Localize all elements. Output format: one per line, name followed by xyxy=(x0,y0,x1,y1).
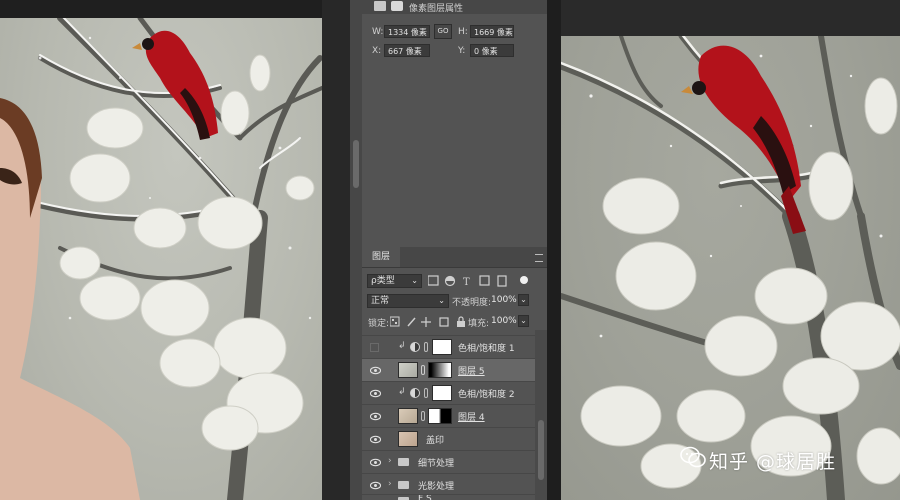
opacity-dropdown-icon[interactable]: ⌄ xyxy=(518,294,529,306)
blend-mode-select[interactable]: 正常 ⌄ xyxy=(367,294,449,308)
height-field[interactable]: 1669 像素 xyxy=(470,25,514,38)
folder-icon xyxy=(398,481,409,489)
layer-row[interactable]: 盖印 xyxy=(362,427,535,450)
filter-type-icon: T xyxy=(463,277,470,287)
layers-tab-bar: 图层 xyxy=(362,247,547,268)
layer-name[interactable]: 色相/饱和度 2 xyxy=(458,387,515,400)
width-field[interactable]: 1334 像素 xyxy=(384,25,430,38)
folder-icon xyxy=(398,458,409,466)
height-label: H: xyxy=(458,27,468,37)
canvas-left[interactable] xyxy=(0,0,322,500)
link-dimensions-button[interactable]: GO xyxy=(434,24,452,39)
lock-all-icon xyxy=(457,321,465,327)
layer-filter-icons[interactable]: T xyxy=(428,275,538,287)
painting-left xyxy=(0,18,322,500)
lock-artboard-icon xyxy=(439,317,449,327)
layer-thumbnail[interactable] xyxy=(398,408,418,424)
adjustment-icon xyxy=(410,342,420,352)
properties-title: 像素图层属性 xyxy=(409,4,464,14)
link-icon[interactable] xyxy=(424,388,428,398)
layer-group-row[interactable]: › 细节处理 xyxy=(362,450,535,473)
x-label: X: xyxy=(372,46,382,56)
canvas-gutter xyxy=(322,0,350,500)
panel-scrollbar[interactable] xyxy=(350,0,362,500)
layer-group-row[interactable]: F S xyxy=(362,494,535,500)
wechat-logo-icon xyxy=(680,446,706,468)
link-icon[interactable] xyxy=(421,411,425,421)
mask-thumbnail[interactable] xyxy=(428,408,452,424)
layer-name[interactable]: 图层 4 xyxy=(458,410,485,423)
layer-filter-value: ρ类型 xyxy=(371,276,395,286)
image-icon xyxy=(374,1,386,11)
eye-icon[interactable] xyxy=(370,480,381,491)
layer-group-row[interactable]: › 光影处理 xyxy=(362,473,535,496)
mask-icon[interactable] xyxy=(391,1,403,11)
document-tab-bar xyxy=(0,0,322,18)
tab-layers[interactable]: 图层 xyxy=(362,247,400,267)
link-icon[interactable] xyxy=(421,365,425,375)
chevron-right-icon[interactable]: › xyxy=(388,456,392,466)
adjustment-icon xyxy=(410,388,420,398)
y-label: Y: xyxy=(458,46,466,56)
layer-thumbnail[interactable] xyxy=(398,431,418,447)
x-field[interactable]: 667 像素 xyxy=(384,44,430,57)
layer-filter-select[interactable]: ρ类型 ⌄ xyxy=(367,274,422,288)
lock-transparent-icon xyxy=(390,316,400,327)
layer-name[interactable]: 图层 5 xyxy=(458,364,485,377)
fill-label: 填充: xyxy=(468,319,490,329)
watermark-text: 知乎 @球居胜 xyxy=(709,451,837,473)
eye-icon[interactable] xyxy=(370,411,381,422)
layer-row[interactable]: ↲ 色相/饱和度 1 xyxy=(362,335,535,358)
layers-scrollbar-thumb[interactable] xyxy=(538,420,544,480)
painting-right xyxy=(561,36,900,500)
layer-name[interactable]: 盖印 xyxy=(426,433,444,446)
layer-name[interactable]: 色相/饱和度 1 xyxy=(458,341,515,354)
layer-name[interactable]: F S xyxy=(418,495,432,500)
chevron-down-icon: ⌄ xyxy=(438,296,445,305)
layer-row[interactable]: 图层 4 xyxy=(362,404,535,427)
lock-position-icon xyxy=(421,317,431,327)
filter-toggle-icon xyxy=(520,276,528,284)
filter-smart-object-icon xyxy=(497,275,507,287)
visibility-off-icon[interactable] xyxy=(370,343,379,352)
document-tab-bar xyxy=(561,0,900,36)
cardinal-left xyxy=(132,30,218,140)
width-label: W: xyxy=(372,27,384,37)
fill-dropdown-icon[interactable]: ⌄ xyxy=(518,315,529,327)
lock-image-icon xyxy=(407,317,416,327)
opacity-label: 不透明度: xyxy=(452,298,492,308)
eye-icon[interactable] xyxy=(370,365,381,376)
lock-label: 锁定: xyxy=(368,319,390,329)
mask-thumbnail[interactable] xyxy=(432,385,452,401)
mask-thumbnail[interactable] xyxy=(432,339,452,355)
layer-thumbnail[interactable] xyxy=(398,362,418,378)
filter-shape-icon xyxy=(479,275,490,286)
layer-name[interactable]: 细节处理 xyxy=(418,456,454,469)
layer-row-selected[interactable]: 图层 5 xyxy=(362,358,535,381)
panel-menu-icon[interactable] xyxy=(535,254,543,262)
chevron-right-icon[interactable]: › xyxy=(388,479,392,489)
chevron-down-icon: ⌄ xyxy=(411,276,418,285)
y-field[interactable]: 0 像素 xyxy=(470,44,514,57)
fill-value[interactable]: 100% xyxy=(491,316,517,326)
blend-mode-value: 正常 xyxy=(371,296,390,306)
eye-icon[interactable] xyxy=(370,388,381,399)
canvas-right[interactable] xyxy=(561,0,900,500)
opacity-value[interactable]: 100% xyxy=(491,295,517,305)
eye-icon[interactable] xyxy=(370,457,381,468)
layer-row[interactable]: ↲ 色相/饱和度 2 xyxy=(362,381,535,404)
clipping-arrow-icon: ↲ xyxy=(398,387,406,397)
lock-icons[interactable] xyxy=(390,316,470,328)
layer-name[interactable]: 光影处理 xyxy=(418,479,454,492)
eye-icon[interactable] xyxy=(370,434,381,445)
link-icon[interactable] xyxy=(424,342,428,352)
mask-thumbnail[interactable] xyxy=(428,362,452,378)
panel-scrollbar-thumb[interactable] xyxy=(353,140,359,188)
clipping-arrow-icon: ↲ xyxy=(398,341,406,351)
panel-divider xyxy=(547,0,561,500)
filter-pixel-icon xyxy=(428,275,439,286)
layers-scrollbar[interactable] xyxy=(535,330,547,500)
